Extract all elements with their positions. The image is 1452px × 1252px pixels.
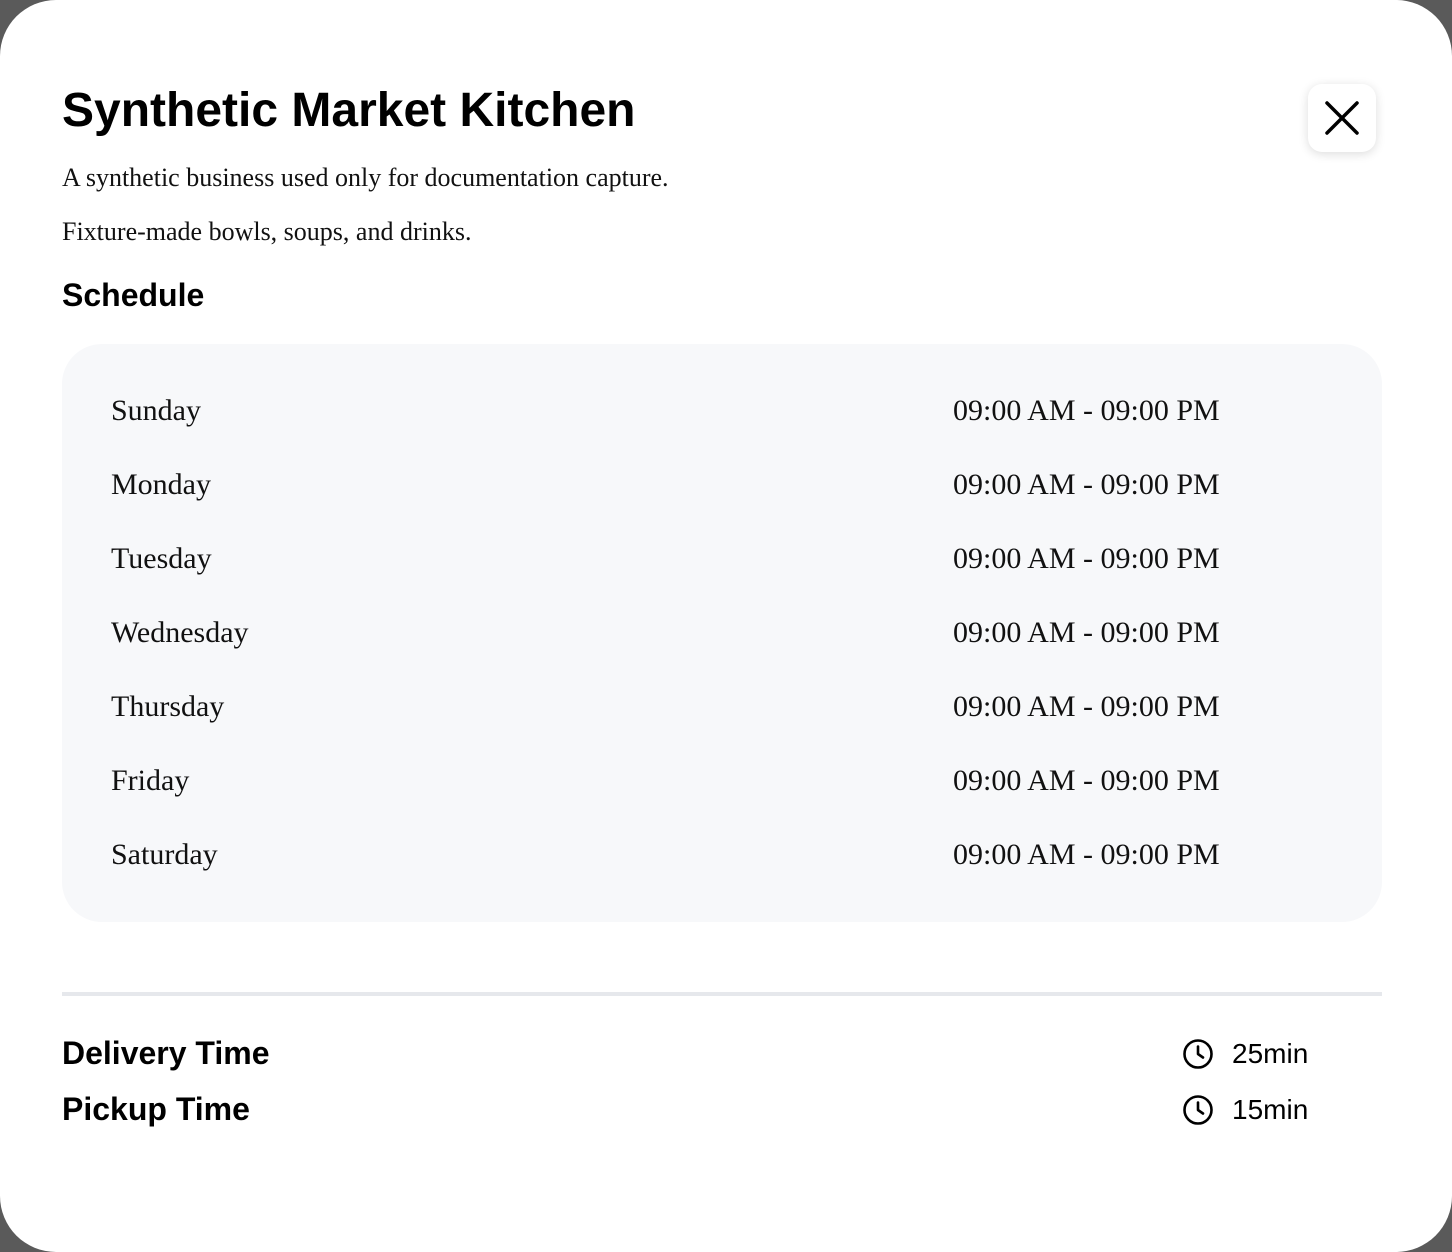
schedule-row: Monday 09:00 AM - 09:00 PM (62, 464, 1382, 538)
schedule-hours: 09:00 AM - 09:00 PM (953, 690, 1220, 723)
schedule-row: Wednesday 09:00 AM - 09:00 PM (62, 612, 1382, 686)
schedule-row: Saturday 09:00 AM - 09:00 PM (62, 834, 1382, 908)
clock-icon (1183, 1095, 1213, 1125)
schedule-day: Tuesday (111, 542, 212, 575)
schedule-row: Thursday 09:00 AM - 09:00 PM (62, 686, 1382, 760)
schedule-row: Tuesday 09:00 AM - 09:00 PM (62, 538, 1382, 612)
pickup-time-label: Pickup Time (62, 1091, 250, 1127)
schedule-day: Wednesday (111, 616, 249, 649)
schedule-row: Sunday 09:00 AM - 09:00 PM (62, 390, 1382, 464)
schedule-day: Thursday (111, 690, 225, 723)
schedule-day: Monday (111, 468, 211, 501)
close-icon (1325, 101, 1359, 135)
delivery-time-value: 25min (1182, 1037, 1308, 1071)
business-tagline: Fixture-made bowls, soups, and drinks. (62, 217, 472, 246)
schedule-hours: 09:00 AM - 09:00 PM (953, 764, 1220, 797)
schedule-day: Sunday (111, 394, 201, 427)
pickup-time-text: 15min (1232, 1094, 1309, 1125)
business-title: Synthetic Market Kitchen (62, 84, 636, 137)
schedule-table: Sunday 09:00 AM - 09:00 PM Monday 09:00 … (62, 344, 1382, 922)
pickup-time-value: 15min (1182, 1093, 1308, 1127)
schedule-hours: 09:00 AM - 09:00 PM (953, 394, 1220, 427)
delivery-time-label: Delivery Time (62, 1035, 270, 1071)
delivery-time-text: 25min (1232, 1038, 1309, 1069)
schedule-hours: 09:00 AM - 09:00 PM (953, 616, 1220, 649)
schedule-heading: Schedule (62, 277, 205, 313)
schedule-row: Friday 09:00 AM - 09:00 PM (62, 760, 1382, 834)
close-button[interactable] (1308, 84, 1376, 152)
schedule-hours: 09:00 AM - 09:00 PM (953, 838, 1220, 871)
schedule-day: Saturday (111, 838, 218, 871)
clock-icon (1183, 1039, 1213, 1069)
schedule-hours: 09:00 AM - 09:00 PM (953, 542, 1220, 575)
schedule-day: Friday (111, 764, 190, 797)
business-info-modal: Synthetic Market Kitchen A synthetic bus… (0, 0, 1452, 1252)
business-description: A synthetic business used only for docum… (62, 163, 669, 192)
schedule-hours: 09:00 AM - 09:00 PM (953, 468, 1220, 501)
section-divider (62, 992, 1382, 996)
